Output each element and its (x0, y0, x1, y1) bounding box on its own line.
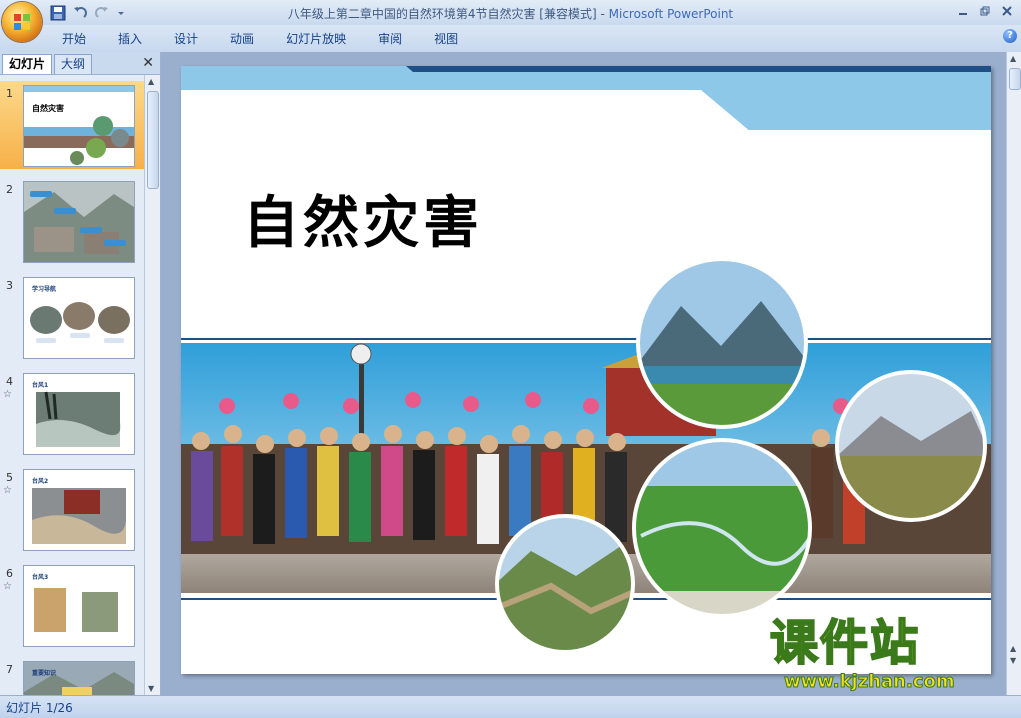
thumbnail-preview: 重要知识 (23, 661, 135, 695)
thumbnail-title: 台风2 (32, 478, 49, 485)
slide-title[interactable]: 自然灾害 (243, 178, 483, 259)
close-pane-icon[interactable]: ✕ (142, 55, 154, 71)
thumbnail-title: 重要知识 (32, 670, 57, 677)
thumbnail-scrollbar[interactable]: ▲ ▼ (144, 75, 160, 695)
thumbnail-preview: 学习导航 (23, 277, 135, 359)
slide-number: 7 (6, 663, 13, 676)
slide-thumbnail-4[interactable]: 4 ☆ 台风1 (0, 369, 144, 457)
slide-number: 4 (6, 375, 13, 388)
scrollbar-thumb[interactable] (147, 91, 159, 189)
status-bar: 幻灯片 1/26 (0, 695, 1021, 718)
next-slide-icon[interactable]: ▼ (1010, 656, 1016, 665)
restore-icon (980, 6, 990, 15)
watermark-logo: 课件站 www.kjzhan.com (769, 615, 1010, 697)
office-button[interactable] (2, 2, 42, 42)
tab-view[interactable]: 视图 (418, 30, 474, 48)
slide-number: 2 (6, 183, 13, 196)
close-button[interactable] (997, 2, 1017, 19)
thumbnail-image (24, 86, 134, 165)
slide-editing-area: 自然灾害 (161, 52, 1006, 695)
thumbnail-preview (23, 181, 135, 263)
slide-thumbnail-7[interactable]: 7 重要知识 (0, 657, 144, 695)
title-separator: - (596, 7, 609, 21)
thumbnail-image (24, 662, 134, 695)
tab-design[interactable]: 设计 (158, 30, 214, 48)
thumbnail-image (24, 182, 134, 262)
thumbnail-title: 学习导航 (32, 286, 57, 293)
thumbnail-preview: 自然灾害 (23, 85, 135, 167)
tab-insert[interactable]: 插入 (102, 30, 158, 48)
thumbnail-list: 1 自然灾害 2 3 学习导航 4 ☆ 台风1 5 ☆ 台风2 6 ☆ 台风3 … (0, 75, 144, 695)
scroll-up-icon[interactable]: ▲ (148, 77, 154, 86)
close-icon (1002, 5, 1012, 16)
tab-home[interactable]: 开始 (46, 30, 102, 48)
slide-scrollbar[interactable]: ▲ ▲ ▼ (1006, 52, 1021, 695)
thumbnail-title: 自然灾害 (32, 104, 64, 113)
slide-number: 6 (6, 567, 13, 580)
slide-thumbnail-3[interactable]: 3 学习导航 (0, 273, 144, 361)
document-title: 八年级上第二章中国的自然环境第4节自然灾害 [兼容模式] (287, 7, 597, 21)
thumbnail-title: 台风3 (32, 574, 49, 581)
slide-background (181, 66, 991, 654)
ribbon-tab-bar: 开始 插入 设计 动画 幻灯片放映 审阅 视图 ? (0, 25, 1021, 53)
slide-number: 3 (6, 279, 13, 292)
watermark-text: 课件站 (769, 615, 921, 671)
slide-thumbnail-2[interactable]: 2 (0, 177, 144, 265)
slide-canvas[interactable]: 自然灾害 (181, 66, 991, 674)
restore-button[interactable] (975, 2, 995, 19)
tab-slideshow[interactable]: 幻灯片放映 (270, 30, 362, 48)
title-bar: 八年级上第二章中国的自然环境第4节自然灾害 [兼容模式] - Microsoft… (0, 0, 1021, 25)
slide-thumbnail-5[interactable]: 5 ☆ 台风2 (0, 465, 144, 553)
pane-tabs: 幻灯片 大纲 ✕ (0, 52, 160, 75)
tab-outline[interactable]: 大纲 (54, 54, 93, 74)
ribbon-tabs: 开始 插入 设计 动画 幻灯片放映 审阅 视图 (46, 30, 474, 48)
tab-review[interactable]: 审阅 (362, 30, 418, 48)
slide-indicator: 幻灯片 1/26 (6, 701, 73, 715)
animation-star-icon: ☆ (3, 389, 12, 400)
watermark-url: www.kjzhan.com (784, 671, 956, 693)
scrollbar-thumb[interactable] (1009, 68, 1021, 90)
office-logo-icon (14, 14, 30, 30)
scroll-down-icon[interactable]: ▼ (148, 684, 154, 693)
thumbnail-title: 台风1 (32, 382, 49, 389)
window-title: 八年级上第二章中国的自然环境第4节自然灾害 [兼容模式] - Microsoft… (0, 5, 1021, 22)
thumbnail-preview: 台风1 (23, 373, 135, 455)
slide-number: 5 (6, 471, 13, 484)
app-name: Microsoft PowerPoint (608, 7, 734, 21)
slide-thumbnail-6[interactable]: 6 ☆ 台风3 (0, 561, 144, 649)
thumbnail-preview: 台风2 (23, 469, 135, 551)
minimize-icon (959, 12, 967, 15)
slides-pane: 幻灯片 大纲 ✕ 1 自然灾害 2 3 学习导航 4 ☆ 台风1 5 ☆ 台风2… (0, 52, 161, 695)
window-controls (953, 2, 1017, 19)
tab-animations[interactable]: 动画 (214, 30, 270, 48)
previous-slide-icon[interactable]: ▲ (1010, 644, 1016, 653)
slide-thumbnail-1[interactable]: 1 自然灾害 (0, 81, 144, 169)
tab-slides[interactable]: 幻灯片 (2, 54, 53, 74)
animation-star-icon: ☆ (3, 485, 12, 496)
minimize-button[interactable] (953, 2, 973, 19)
thumbnail-preview: 台风3 (23, 565, 135, 647)
help-icon[interactable]: ? (1003, 29, 1017, 43)
animation-star-icon: ☆ (3, 581, 12, 592)
slide-number: 1 (6, 87, 13, 100)
scroll-up-icon[interactable]: ▲ (1010, 54, 1016, 63)
